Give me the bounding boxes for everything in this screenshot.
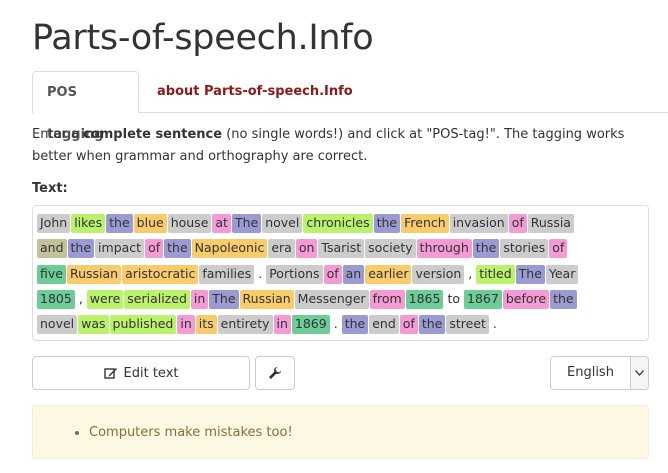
tagged-word: era — [268, 239, 295, 259]
instructions-pre: Enter a — [32, 127, 84, 142]
tagged-word: . — [333, 316, 338, 332]
tagged-word: was — [78, 315, 109, 335]
tagged-word: version — [412, 264, 465, 284]
tagged-word: likes — [71, 214, 106, 233]
tagged-word: John — [37, 214, 71, 233]
tagged-word: earlier — [365, 264, 412, 284]
tagged-word: before — [502, 289, 550, 309]
tagged-word: in — [177, 315, 195, 335]
tagged-word: , — [78, 290, 83, 306]
tagged-word: through — [416, 239, 472, 259]
tagged-word: Tsarist — [318, 239, 365, 259]
tagged-word: families — [199, 264, 255, 284]
tagged-word: the — [472, 239, 500, 259]
tagged-word: Year — [545, 264, 579, 284]
tagged-word: Messenger — [294, 289, 369, 309]
tagged-word: Portions — [266, 264, 323, 284]
tagged-word: novel — [37, 315, 78, 335]
wrench-icon — [268, 366, 282, 380]
tagged-word: Russia — [527, 214, 574, 233]
tagged-word: society — [365, 239, 416, 259]
tagged-word: The — [209, 289, 239, 309]
tagged-word: serialized — [124, 289, 190, 309]
tagged-word: Russian — [239, 289, 294, 309]
tagged-word: invasion — [449, 214, 508, 233]
tagged-line: and the impact of the Napoleonic era on Tsarist s… — [37, 237, 644, 262]
tagged-word: impact — [95, 239, 145, 259]
tagged-word: Russian — [66, 264, 122, 284]
tagged-word: 1867 — [464, 289, 502, 309]
tagged-word: end — [369, 315, 399, 335]
tagged-word: at — [212, 214, 231, 233]
tagged-word: , — [468, 265, 473, 281]
tagged-word: Napoleonic — [191, 239, 268, 259]
tagged-word: were — [86, 289, 124, 309]
tagged-word: the — [373, 214, 401, 233]
tagged-text-box[interactable]: John likes the blue house at The novel chronicle… — [32, 205, 649, 341]
tagged-word: French — [401, 214, 449, 233]
note-item: Computers make mistakes too! — [89, 424, 293, 442]
tagged-word: 1805 — [37, 289, 75, 309]
tagged-word: the — [418, 315, 446, 335]
tagged-word: blue — [133, 214, 167, 233]
tagged-word: chronicles — [303, 214, 373, 233]
settings-button[interactable] — [255, 356, 295, 390]
tagged-word: The — [231, 214, 262, 233]
tagged-word: street — [446, 315, 489, 335]
tagged-word: . — [492, 316, 497, 332]
tagged-word: from — [369, 289, 405, 309]
language-select[interactable]: English — [550, 356, 649, 390]
tagged-word: the — [341, 315, 369, 335]
tagged-word: 1869 — [291, 315, 330, 335]
tagged-word: to — [447, 290, 461, 306]
tagged-word: an — [342, 264, 365, 284]
tagged-word: of — [399, 315, 418, 335]
tagged-word: novel — [262, 214, 303, 233]
tagged-word: aristocratic — [122, 264, 199, 284]
chevron-down-icon[interactable] — [630, 357, 648, 389]
language-selected-value: English — [567, 365, 614, 380]
tagged-word: The — [515, 264, 545, 284]
tagged-word: its — [195, 315, 217, 335]
tagged-word: in — [190, 289, 209, 309]
tagged-line: five Russian aristocratic families. Portions… — [37, 263, 644, 288]
tagged-word: five — [37, 264, 66, 284]
instructions-bold: complete sentence — [83, 127, 223, 142]
tagged-word: on — [295, 239, 318, 259]
tagged-line: 1805, were serialized in The Russian Messenger… — [37, 288, 644, 313]
tagged-word: titled — [476, 264, 515, 284]
edit-text-button[interactable]: Edit text — [32, 356, 250, 390]
tagged-word: in — [273, 315, 291, 335]
tagged-word: entirety — [217, 315, 273, 335]
tagged-word: the — [164, 239, 191, 259]
tagged-word: the — [550, 289, 577, 309]
tagged-line: novel was published in its entirety in 1869. the… — [37, 313, 644, 338]
tagged-word: stories — [500, 239, 549, 259]
tagged-word: 1865 — [405, 289, 444, 309]
tab-pos-tagging[interactable]: POS tagging — [32, 71, 139, 142]
tab-bar: POS tagging about Parts-of-speech.Info — [32, 71, 668, 142]
tagged-word: house — [167, 214, 212, 233]
tagged-word: of — [508, 214, 527, 233]
tagged-word: of — [145, 239, 164, 259]
instructions-text: Enter a complete sentence (no single wor… — [32, 124, 668, 168]
tagged-word: the — [67, 239, 95, 259]
tab-about[interactable]: about Parts-of-speech.Info — [143, 71, 367, 113]
tagged-word: the — [106, 214, 133, 233]
tagged-word: . — [258, 265, 263, 281]
edit-icon — [103, 366, 118, 380]
edit-text-label: Edit text — [123, 365, 179, 381]
tagged-word: published — [109, 315, 177, 335]
warning-note: Computers make mistakes too! — [32, 405, 649, 459]
tagged-word: of — [549, 239, 568, 259]
page-title: Parts-of-speech.Info — [32, 18, 374, 58]
tagged-line: John likes the blue house at The novel chronicle… — [37, 212, 644, 237]
text-label: Text: — [32, 181, 68, 196]
tagged-word: of — [323, 264, 342, 284]
tagged-word: and — [37, 239, 67, 259]
